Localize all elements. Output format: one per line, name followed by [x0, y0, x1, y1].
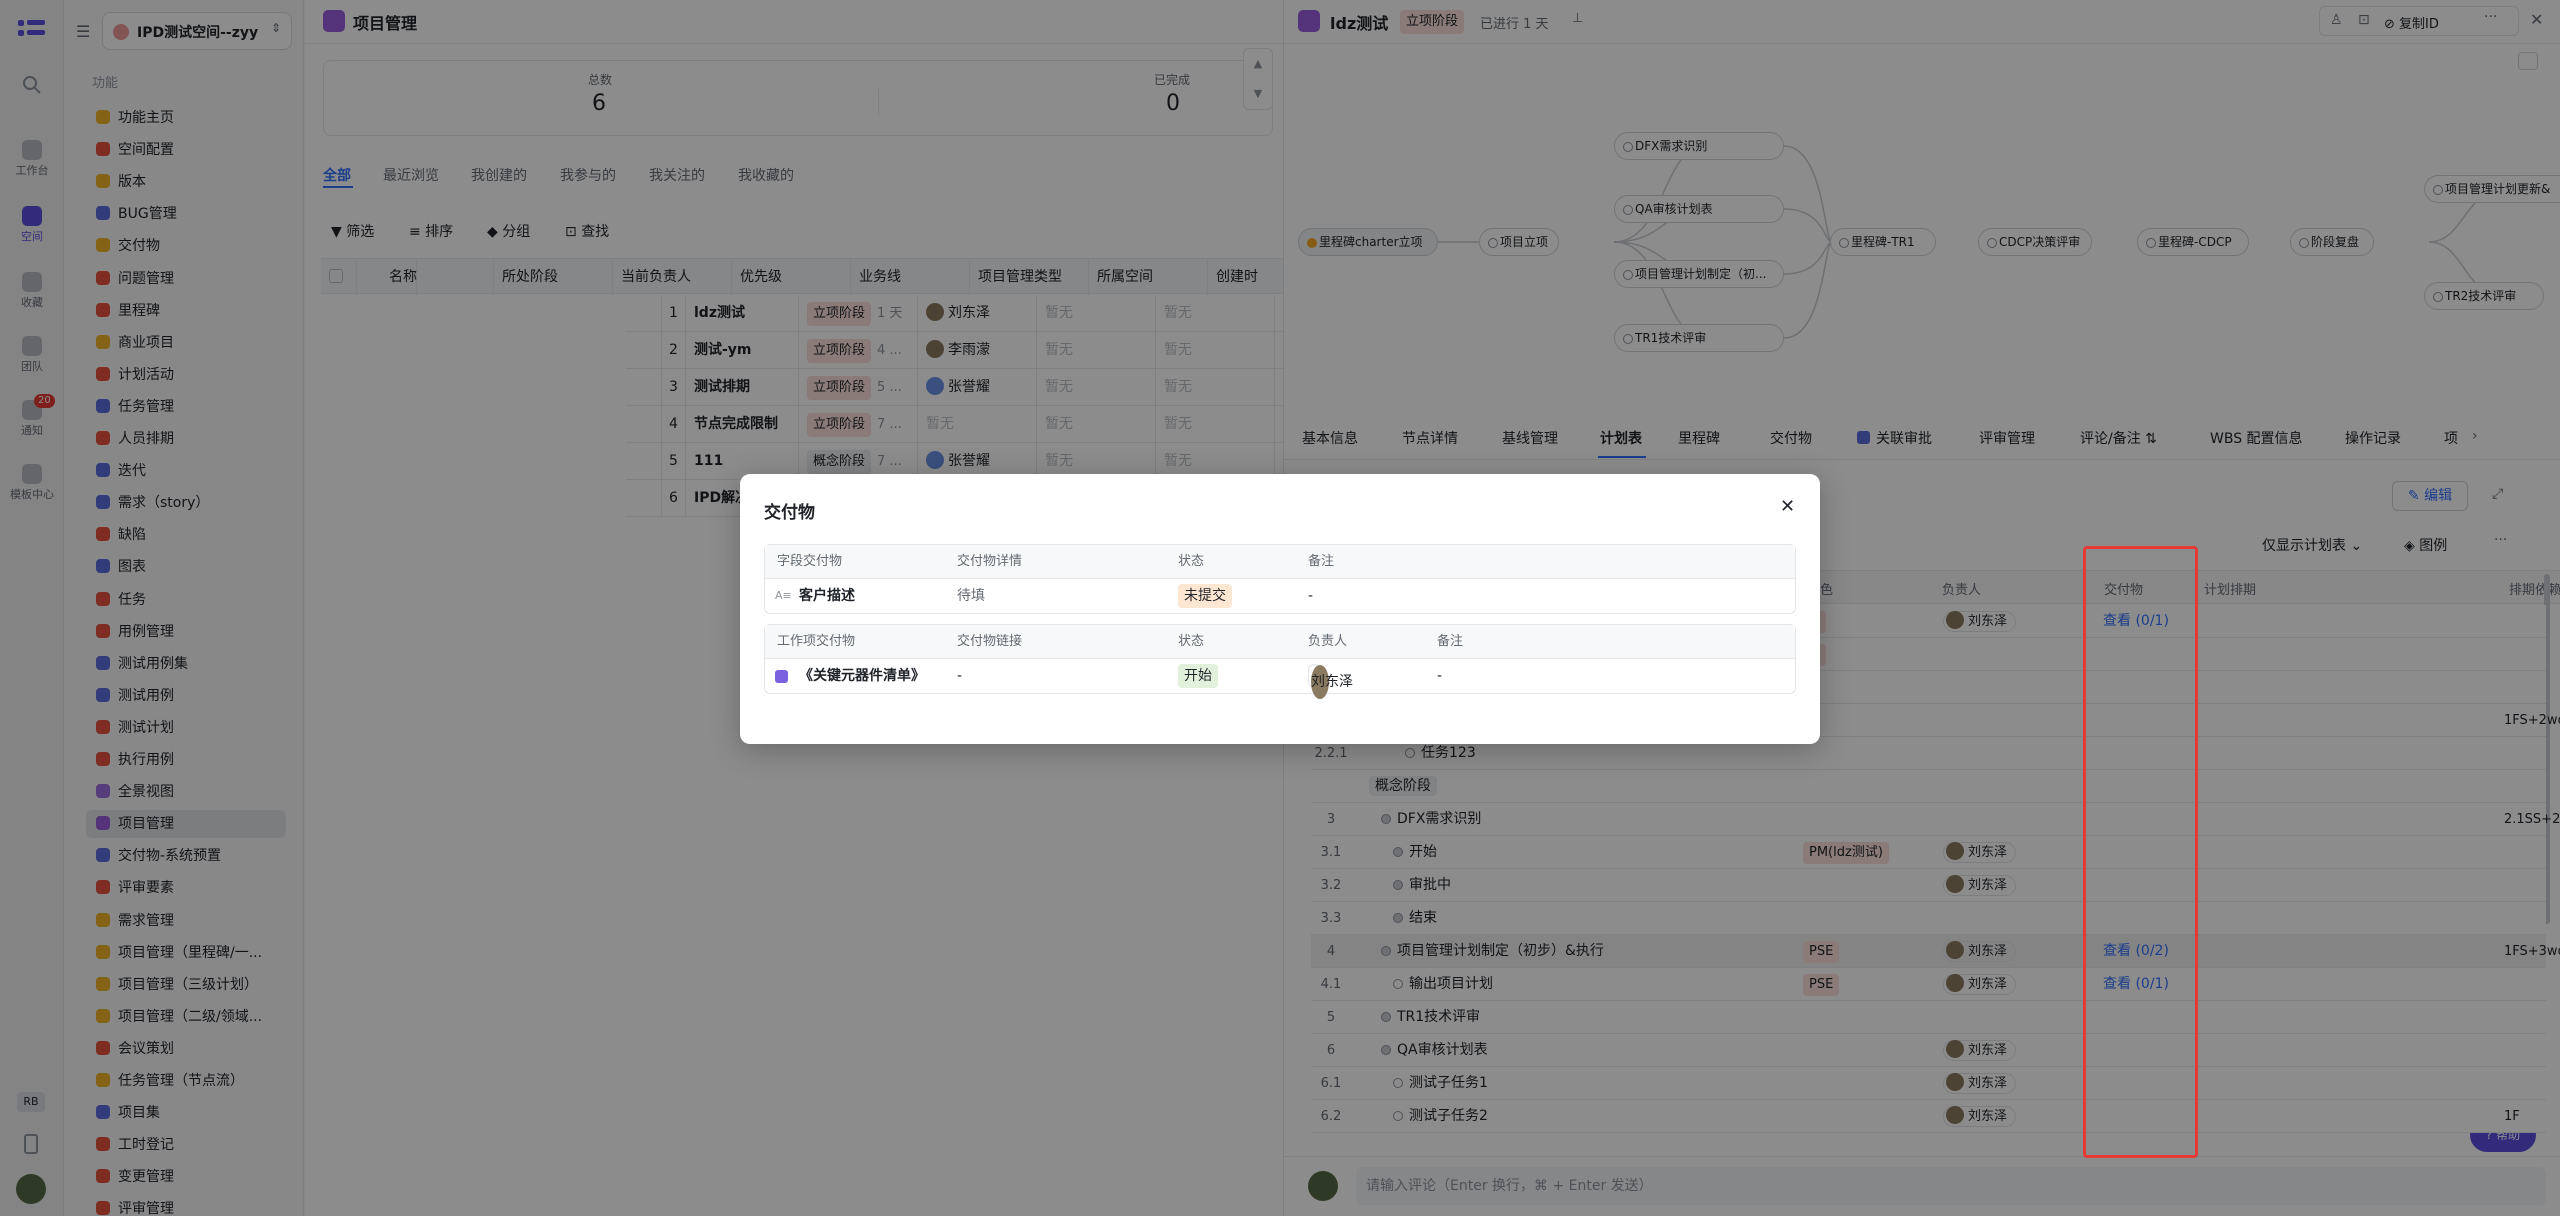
field-deliverable-table: 字段交付物 交付物详情 状态 备注 A≡ 客户描述 待填 未提交 - [764, 544, 1796, 614]
col-status: 状态 [1178, 634, 1205, 649]
col-detail: 交付物详情 [957, 554, 1023, 569]
col-note: 备注 [1437, 634, 1464, 649]
workitem-link[interactable]: - [957, 659, 962, 693]
owner-name: 刘东泽 [1311, 674, 1353, 690]
col-note: 备注 [1308, 554, 1335, 569]
table-header: 工作项交付物 交付物链接 状态 负责人 备注 [765, 625, 1795, 659]
highlight-box [2083, 546, 2198, 1158]
text-field-icon: A≡ [775, 589, 792, 602]
deliverable-note: - [1308, 588, 1314, 604]
close-icon[interactable]: ✕ [1780, 496, 1795, 517]
workitem-deliverable-table: 工作项交付物 交付物链接 状态 负责人 备注 《关键元器件清单》 - 开始 刘东… [764, 624, 1796, 699]
modal-title: 交付物 [764, 503, 815, 523]
deliverable-name[interactable]: 客户描述 [799, 579, 855, 613]
table-header: 字段交付物 交付物详情 状态 备注 [765, 545, 1795, 579]
owner-chip[interactable]: 刘东泽 [1308, 664, 1353, 699]
workitem-icon [775, 670, 788, 683]
deliverable-detail[interactable]: 待填 [957, 579, 985, 613]
table-row[interactable]: 《关键元器件清单》 - 开始 刘东泽 - [765, 659, 1795, 699]
workitem-note: - [1437, 668, 1443, 684]
table-row[interactable]: A≡ 客户描述 待填 未提交 - [765, 579, 1795, 613]
status-badge: 未提交 [1178, 584, 1232, 608]
col-status: 状态 [1178, 554, 1205, 569]
deliverable-modal: 交付物 ✕ 字段交付物 交付物详情 状态 备注 A≡ 客户描述 待填 未提交 -… [740, 474, 1820, 744]
status-badge: 开始 [1178, 664, 1218, 688]
col-workitem-deliverable: 工作项交付物 [777, 634, 856, 649]
workitem-name[interactable]: 《关键元器件清单》 [799, 659, 925, 693]
col-link: 交付物链接 [957, 634, 1023, 649]
col-owner: 负责人 [1308, 634, 1348, 649]
col-field-deliverable: 字段交付物 [777, 554, 843, 569]
